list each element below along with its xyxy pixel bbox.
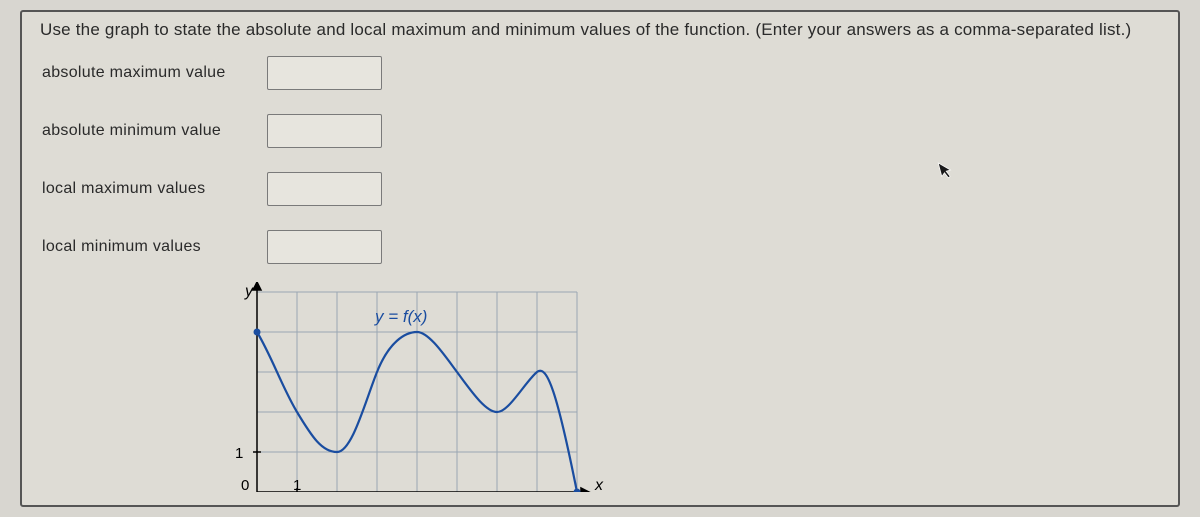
local-max-input[interactable] (267, 172, 382, 206)
abs-max-row: absolute maximum value (42, 56, 1160, 90)
abs-max-label: absolute maximum value (42, 64, 267, 82)
local-min-row: local minimum values (42, 230, 1160, 264)
graph-area: y y = f(x) 1 0 1 x (217, 282, 617, 492)
question-container: Use the graph to state the absolute and … (20, 10, 1180, 507)
local-max-row: local maximum values (42, 172, 1160, 206)
y-axis-label: y (244, 283, 254, 300)
abs-min-label: absolute minimum value (42, 122, 267, 140)
function-graph: y y = f(x) 1 0 1 x (217, 282, 617, 492)
x-axis-label: x (594, 477, 604, 492)
endpoint-right (574, 489, 581, 493)
local-min-label: local minimum values (42, 238, 267, 256)
abs-min-input[interactable] (267, 114, 382, 148)
question-text: Use the graph to state the absolute and … (40, 20, 1160, 40)
abs-min-row: absolute minimum value (42, 114, 1160, 148)
origin-label: 0 (241, 477, 249, 492)
local-min-input[interactable] (267, 230, 382, 264)
endpoint-left (254, 329, 261, 336)
abs-max-input[interactable] (267, 56, 382, 90)
function-label: y = f(x) (374, 307, 427, 326)
local-max-label: local maximum values (42, 180, 267, 198)
y-tick-1: 1 (235, 445, 243, 462)
